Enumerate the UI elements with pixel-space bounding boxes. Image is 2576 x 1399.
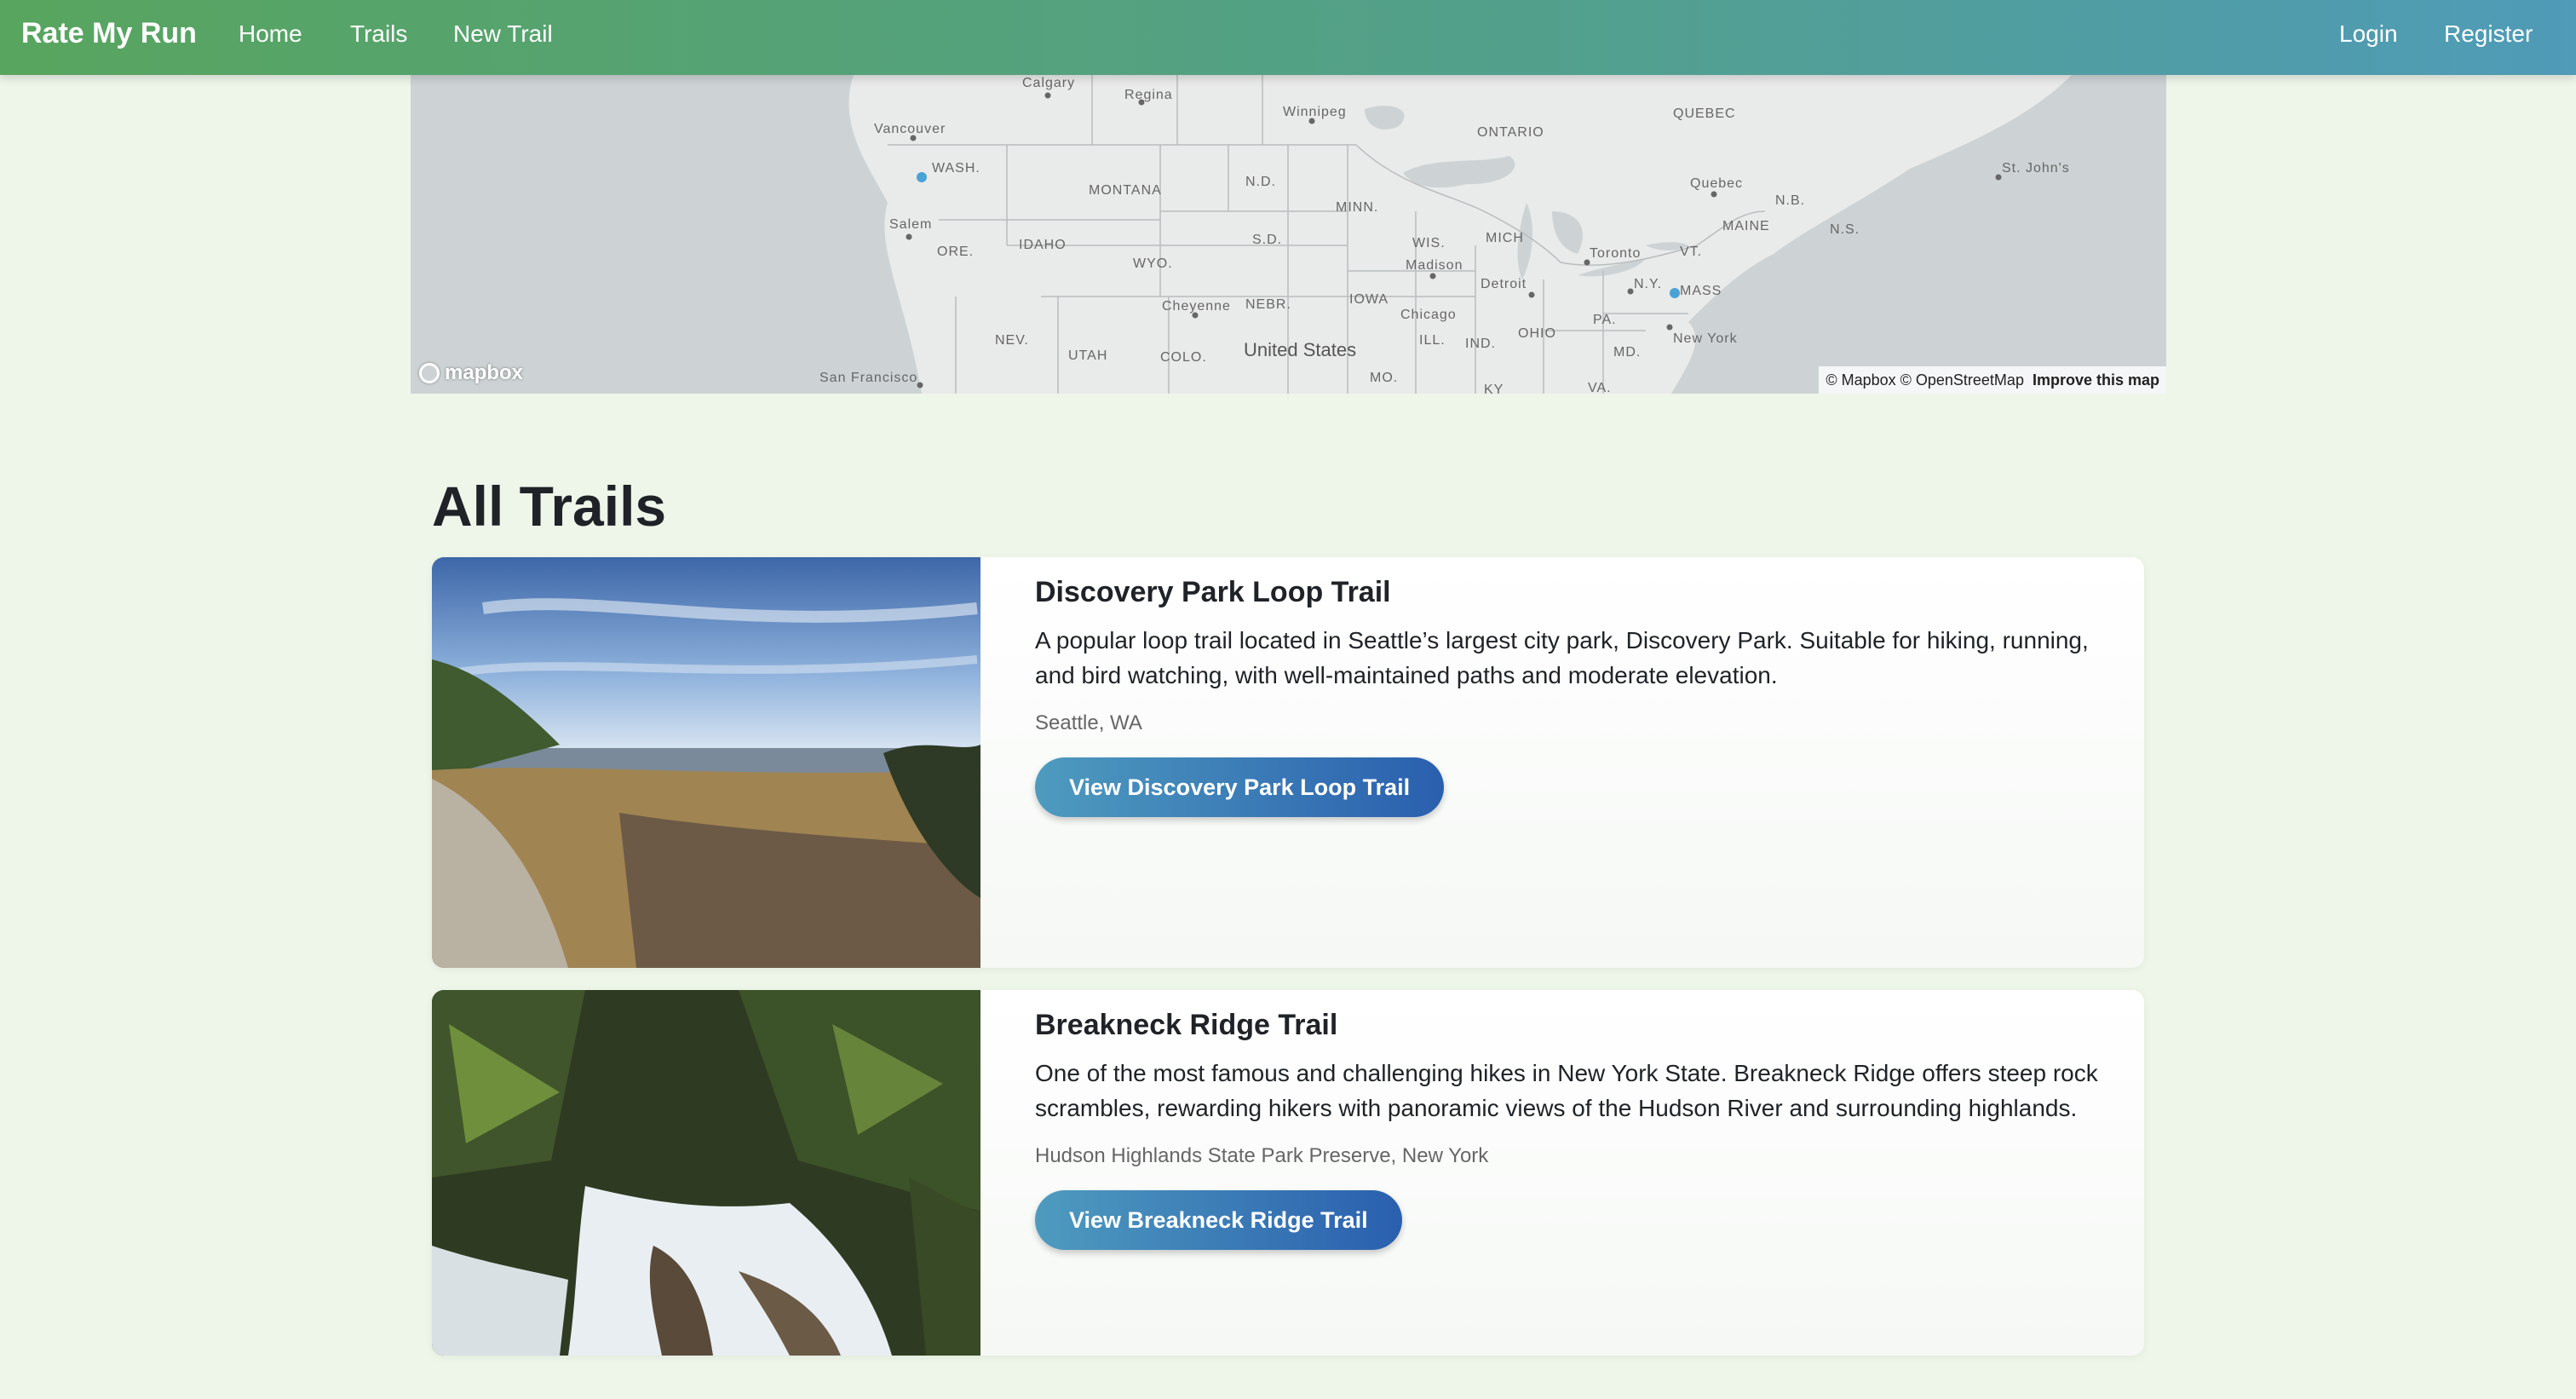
trail-title: Discovery Park Loop Trail: [1035, 576, 1391, 608]
trail-image-breakneck-ridge: [432, 990, 980, 1356]
label-ny: N.Y.: [1634, 277, 1662, 291]
label-pa: PA.: [1593, 313, 1617, 327]
label-chicago: Chicago: [1400, 308, 1457, 322]
nav-trails[interactable]: Trails: [350, 20, 407, 48]
trail-description: One of the most famous and challenging h…: [1035, 1060, 2098, 1121]
lake-superior-shape: [1403, 156, 1515, 188]
label-mo: MO.: [1370, 371, 1398, 385]
label-nebr: NEBR.: [1245, 297, 1291, 312]
nav-home[interactable]: Home: [239, 20, 302, 48]
page-title: All Trails: [432, 475, 667, 538]
label-ontario: ONTARIO: [1477, 125, 1544, 140]
trail-marker-new-york: [1670, 288, 1680, 298]
label-iowa: IOWA: [1349, 292, 1389, 307]
trail-title: Breakneck Ridge Trail: [1035, 1009, 1338, 1041]
label-salem: Salem: [889, 217, 932, 232]
trail-location: Seattle, WA: [1035, 711, 1142, 734]
nav-login[interactable]: Login: [2339, 20, 2398, 48]
label-nev: NEV.: [995, 333, 1029, 348]
label-us: United States: [1244, 339, 1356, 360]
pacific-ocean-shape: [411, 75, 922, 394]
label-vt: VT.: [1680, 245, 1702, 259]
label-ill: ILL.: [1419, 333, 1446, 348]
trail-card-body: Discovery Park Loop Trail A popular loop…: [1035, 576, 2119, 817]
label-ns: N.S.: [1830, 222, 1860, 237]
label-ohio: OHIO: [1518, 326, 1556, 341]
label-md: MD.: [1613, 345, 1641, 360]
label-va: VA.: [1588, 381, 1612, 394]
navbar: Rate My Run Home Trails New Trail Login …: [0, 0, 2576, 75]
trail-card: Discovery Park Loop Trail A popular loop…: [432, 557, 2144, 968]
label-colo: COLO.: [1160, 350, 1207, 365]
label-newyork: New York: [1673, 331, 1738, 346]
label-sd: S.D.: [1252, 233, 1282, 247]
hudson-bay-shape: [1365, 106, 1405, 130]
view-trail-button[interactable]: View Breakneck Ridge Trail: [1035, 1190, 1402, 1250]
trail-marker-seattle: [917, 172, 927, 182]
label-maine: MAINE: [1722, 219, 1770, 233]
trail-card-body: Breakneck Ridge Trail One of the most fa…: [1035, 1009, 2119, 1250]
nav-new-trail[interactable]: New Trail: [453, 20, 553, 48]
label-ore: ORE.: [937, 245, 974, 259]
label-madison: Madison: [1406, 258, 1463, 273]
label-quebec-city: Quebec: [1690, 176, 1743, 191]
label-detroit: Detroit: [1481, 277, 1527, 291]
label-montana: MONTANA: [1089, 183, 1162, 198]
brand-logo[interactable]: Rate My Run: [21, 17, 197, 50]
trail-image-discovery-park: [432, 557, 980, 968]
trail-location: Hudson Highlands State Park Preserve, Ne…: [1035, 1144, 1489, 1167]
label-idaho: IDAHO: [1019, 238, 1067, 252]
attribution-text[interactable]: © Mapbox © OpenStreetMap: [1826, 371, 2024, 389]
lake-huron-shape: [1552, 211, 1583, 254]
label-utah: UTAH: [1068, 348, 1107, 363]
label-wis: WIS.: [1412, 236, 1446, 250]
label-ky: KY: [1484, 383, 1504, 394]
label-nd: N.D.: [1245, 175, 1276, 189]
label-sf: San Francisco: [819, 371, 917, 385]
label-ind: IND.: [1465, 337, 1496, 351]
trail-card: Breakneck Ridge Trail One of the most fa…: [432, 990, 2144, 1356]
label-quebec-prov: QUEBEC: [1673, 107, 1736, 121]
label-stjohns: St. John's: [2002, 161, 2070, 176]
cluster-map[interactable]: Calgary Regina Winnipeg QUEBEC ONTARIO V…: [411, 75, 2166, 394]
label-winnipeg: Winnipeg: [1283, 105, 1347, 119]
atlantic-ocean-shape: [1671, 75, 2166, 394]
label-calgary: Calgary: [1022, 76, 1075, 90]
mapbox-logo[interactable]: mapbox: [419, 361, 523, 385]
map-attribution: © Mapbox © OpenStreetMap Improve this ma…: [1819, 366, 2166, 394]
view-trail-button[interactable]: View Discovery Park Loop Trail: [1035, 757, 1445, 817]
label-nb: N.B.: [1775, 193, 1805, 208]
label-wyo: WYO.: [1133, 256, 1173, 271]
label-mass: MASS: [1680, 284, 1722, 298]
nav-register[interactable]: Register: [2444, 20, 2533, 48]
improve-map-link[interactable]: Improve this map: [2033, 371, 2159, 389]
map-canvas: Calgary Regina Winnipeg QUEBEC ONTARIO V…: [411, 75, 2166, 394]
mapbox-logo-text: mapbox: [445, 361, 524, 384]
label-toronto: Toronto: [1590, 246, 1641, 261]
label-minn: MINN.: [1336, 200, 1378, 215]
label-vancouver: Vancouver: [874, 122, 946, 136]
label-regina: Regina: [1124, 88, 1173, 102]
label-mich: MICH: [1486, 231, 1524, 245]
label-wash: WASH.: [932, 161, 980, 176]
label-cheyenne: Cheyenne: [1162, 299, 1231, 314]
mapbox-icon: [419, 363, 440, 383]
trail-description: A popular loop trail located in Seattle’…: [1035, 627, 2089, 688]
